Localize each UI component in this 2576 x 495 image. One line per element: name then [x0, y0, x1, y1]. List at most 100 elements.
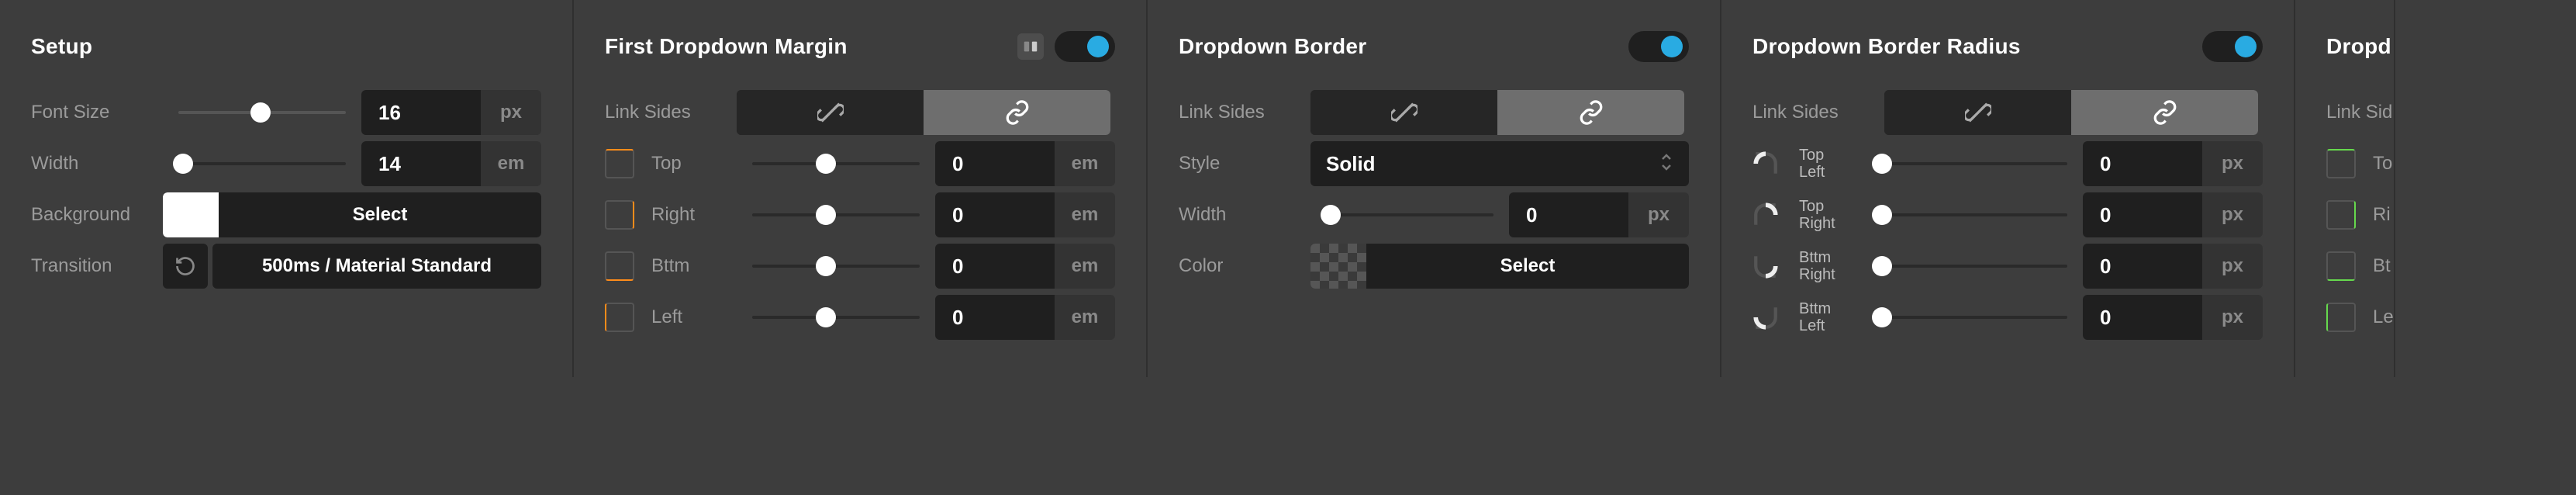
input-radius-tr[interactable]: 0	[2083, 192, 2202, 237]
seg-link[interactable]	[1497, 90, 1684, 135]
slider-border-width[interactable]	[1326, 213, 1493, 216]
label-link-sides: Link Sid	[2326, 102, 2392, 123]
input-radius-tl[interactable]: 0	[2083, 141, 2202, 186]
unit-radius-tl[interactable]: px	[2202, 141, 2263, 186]
slider-width[interactable]	[178, 162, 346, 165]
chevron-updown-icon	[1659, 152, 1673, 176]
row-width: Width 14 em	[31, 141, 541, 186]
label-link-sides: Link Sides	[1752, 102, 1884, 123]
row-margin-left: Left 0 em	[605, 295, 1115, 340]
input-margin-left[interactable]: 0	[935, 295, 1055, 340]
panel-setup: Setup Font Size 16 px Width 14 em Backgr…	[0, 0, 574, 377]
button-transition[interactable]: 500ms / Material Standard	[212, 244, 541, 289]
button-border-color-select[interactable]: Select	[1366, 244, 1689, 289]
side-left-icon	[2326, 303, 2356, 332]
seg-unlink[interactable]	[737, 90, 924, 135]
side-bottom-icon	[2326, 251, 2356, 281]
unit-margin-right[interactable]: em	[1055, 192, 1115, 237]
side-right-icon	[2326, 200, 2356, 230]
label-link-sides: Link Sides	[1179, 102, 1310, 123]
toggle-enable[interactable]	[2202, 31, 2263, 62]
input-width[interactable]: 14	[361, 141, 481, 186]
toggle-enable[interactable]	[1055, 31, 1115, 62]
row-radius-bottom-left: Bttm Left 0 px	[1752, 295, 2263, 340]
row-font-size: Font Size 16 px	[31, 90, 541, 135]
reset-icon[interactable]	[163, 244, 208, 289]
row-border-color: Color Select	[1179, 244, 1689, 289]
row-radius-top-right: Top Right 0 px	[1752, 192, 2263, 237]
slider-margin-right[interactable]	[752, 213, 920, 216]
panel-title: Dropdown Border	[1179, 34, 1367, 59]
slider-font-size[interactable]	[178, 111, 346, 114]
row-background: Background Select	[31, 192, 541, 237]
corner-top-right-icon	[1752, 202, 1779, 228]
seg-link[interactable]	[2071, 90, 2258, 135]
button-background-select[interactable]: Select	[219, 192, 541, 237]
slider-margin-bottom[interactable]	[752, 265, 920, 268]
seg-link[interactable]	[924, 90, 1110, 135]
row-link-sides: Link Sides	[1179, 90, 1689, 135]
input-margin-bottom[interactable]: 0	[935, 244, 1055, 289]
unit-font-size[interactable]: px	[481, 90, 541, 135]
seg-unlink[interactable]	[1310, 90, 1497, 135]
unit-margin-top[interactable]: em	[1055, 141, 1115, 186]
slider-radius-bl[interactable]	[1877, 316, 2067, 319]
slider-radius-tl[interactable]	[1877, 162, 2067, 165]
label-top: Top	[651, 153, 737, 175]
label-right: Right	[651, 204, 737, 226]
label-tl: Top Left	[1799, 147, 1861, 181]
panel-title: Dropdown Border Radius	[1752, 34, 2021, 59]
segmented-link-sides	[1884, 90, 2258, 135]
label-bl: Bttm Left	[1799, 300, 1861, 334]
corner-bottom-left-icon	[1752, 304, 1779, 331]
label-br: Bttm Right	[1799, 249, 1861, 283]
slider-margin-left[interactable]	[752, 316, 920, 319]
segmented-link-sides	[1310, 90, 1684, 135]
panel-dropdown-border-radius: Dropdown Border Radius Link Sides	[1721, 0, 2295, 377]
unit-width[interactable]: em	[481, 141, 541, 186]
select-border-style[interactable]: Solid	[1310, 141, 1689, 186]
segmented-link-sides	[737, 90, 1110, 135]
unit-radius-tr[interactable]: px	[2202, 192, 2263, 237]
swatch-background[interactable]	[163, 192, 219, 237]
unit-radius-br[interactable]: px	[2202, 244, 2263, 289]
label-border-width: Width	[1179, 204, 1310, 226]
label-font-size: Font Size	[31, 102, 163, 123]
input-border-width[interactable]: 0	[1509, 192, 1628, 237]
side-left-icon	[605, 303, 634, 332]
slider-margin-top[interactable]	[752, 162, 920, 165]
unit-margin-bottom[interactable]: em	[1055, 244, 1115, 289]
label-bottom: Bttm	[651, 255, 737, 277]
label-left: Left	[651, 306, 737, 328]
input-radius-bl[interactable]: 0	[2083, 295, 2202, 340]
input-margin-right[interactable]: 0	[935, 192, 1055, 237]
panel-dropdown-border: Dropdown Border Link Sides Style Solid	[1148, 0, 1721, 377]
panel-title: Setup	[31, 34, 92, 59]
label-link-sides: Link Sides	[605, 102, 737, 123]
label-width: Width	[31, 153, 163, 175]
side-right-icon	[605, 200, 634, 230]
swatch-border-color[interactable]	[1310, 244, 1366, 289]
row-margin-bottom: Bttm 0 em	[605, 244, 1115, 289]
slider-radius-tr[interactable]	[1877, 213, 2067, 216]
row-link-sides: Link Sides	[1752, 90, 2263, 135]
toggle-enable[interactable]	[1628, 31, 1689, 62]
slider-radius-br[interactable]	[1877, 265, 2067, 268]
layout-icon[interactable]	[1017, 33, 1044, 60]
row-margin-right: Right 0 em	[605, 192, 1115, 237]
input-font-size[interactable]: 16	[361, 90, 481, 135]
unit-border-width[interactable]: px	[1628, 192, 1689, 237]
input-margin-top[interactable]: 0	[935, 141, 1055, 186]
label-background: Background	[31, 204, 163, 226]
row-margin-top: Top 0 em	[605, 141, 1115, 186]
unit-radius-bl[interactable]: px	[2202, 295, 2263, 340]
panel-title: Dropd	[2326, 34, 2391, 59]
seg-unlink[interactable]	[1884, 90, 2071, 135]
label-border-color: Color	[1179, 255, 1310, 277]
side-top-icon	[2326, 149, 2356, 178]
input-radius-br[interactable]: 0	[2083, 244, 2202, 289]
unit-margin-left[interactable]: em	[1055, 295, 1115, 340]
label-transition: Transition	[31, 255, 163, 277]
side-bottom-icon	[605, 251, 634, 281]
row-transition: Transition 500ms / Material Standard	[31, 244, 541, 289]
